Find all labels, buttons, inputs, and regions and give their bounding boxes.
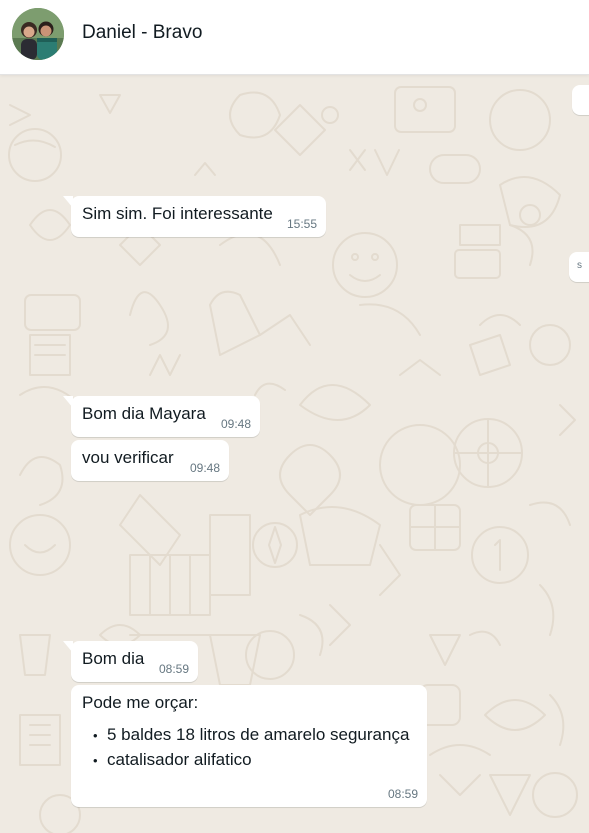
incoming-message[interactable]: Bom dia 08:59 bbox=[63, 641, 198, 682]
message-text: Bom dia bbox=[82, 649, 145, 668]
outgoing-message-partial-1[interactable] bbox=[572, 85, 589, 115]
message-bullet-list: • 5 baldes 18 litros de amarelo segurança… bbox=[93, 723, 409, 773]
group-photo-avatar-icon bbox=[12, 8, 64, 60]
message-time: 08:59 bbox=[387, 787, 418, 801]
incoming-message[interactable]: Bom dia Mayara 09:48 bbox=[63, 396, 260, 437]
chat-header[interactable]: Daniel - Bravo bbox=[0, 0, 589, 75]
incoming-message[interactable]: Pode me orçar: • 5 baldes 18 litros de am… bbox=[71, 685, 427, 807]
bullet-icon: • bbox=[93, 728, 98, 743]
conversation-panel[interactable]: s Sim sim. Foi interessante 15:55 Bom di… bbox=[0, 75, 589, 833]
bullet-icon: • bbox=[93, 753, 98, 768]
message-text: Pode me orçar: bbox=[82, 693, 199, 712]
list-item: • 5 baldes 18 litros de amarelo segurança bbox=[93, 723, 409, 748]
list-item-text: 5 baldes 18 litros de amarelo segurança bbox=[107, 725, 410, 744]
message-text: vou verificar bbox=[82, 448, 174, 467]
message-text: Bom dia Mayara bbox=[82, 404, 206, 423]
incoming-message[interactable]: vou verificar 09:48 bbox=[71, 440, 229, 481]
contact-name[interactable]: Daniel - Bravo bbox=[82, 22, 202, 44]
message-time: 09:48 bbox=[220, 417, 251, 431]
message-time: 15:55 bbox=[286, 217, 317, 231]
incoming-message[interactable]: Sim sim. Foi interessante 15:55 bbox=[63, 196, 326, 237]
list-item: • catalisador alifatico bbox=[93, 748, 409, 773]
outgoing-message-partial-2-text: s bbox=[577, 260, 582, 271]
message-time: 08:59 bbox=[158, 662, 189, 676]
message-text: Sim sim. Foi interessante bbox=[82, 204, 273, 223]
message-time: 09:48 bbox=[189, 461, 220, 475]
list-item-text: catalisador alifatico bbox=[107, 750, 252, 769]
outgoing-message-partial-2[interactable]: s bbox=[569, 252, 589, 282]
contact-avatar[interactable] bbox=[12, 8, 64, 60]
